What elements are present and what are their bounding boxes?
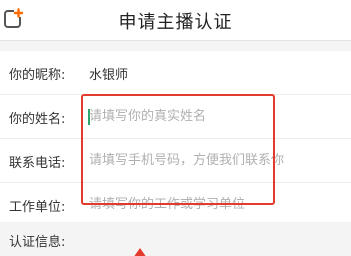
phone-row: 联系电话:: [0, 139, 351, 183]
work-label: 工作单位:: [9, 200, 66, 215]
header-bar: 申请主播认证: [0, 0, 351, 41]
name-row: 你的姓名:: [0, 95, 351, 139]
nickname-value: 水银师: [89, 68, 129, 83]
application-form: 你的昵称: 水银师 你的姓名: 联系电话: 工作单位:: [0, 51, 351, 226]
page: 申请主播认证 你的昵称: 水银师 你的姓名: 联系电话: 工作单位: 认证信息:: [0, 0, 351, 256]
nickname-row: 你的昵称: 水银师: [0, 51, 351, 95]
page-title: 申请主播认证: [118, 12, 233, 33]
name-label: 你的姓名:: [9, 112, 66, 127]
certification-info-label: 认证信息:: [9, 235, 66, 250]
real-name-input[interactable]: [89, 102, 339, 130]
phone-label: 联系电话:: [9, 156, 66, 171]
certification-info-section: 认证信息:: [0, 222, 351, 256]
workplace-input[interactable]: [89, 190, 339, 218]
work-row: 工作单位:: [0, 183, 351, 226]
annotation-arrow-icon: [133, 248, 147, 256]
phone-input[interactable]: [89, 146, 339, 174]
nickname-label: 你的昵称:: [9, 68, 66, 83]
